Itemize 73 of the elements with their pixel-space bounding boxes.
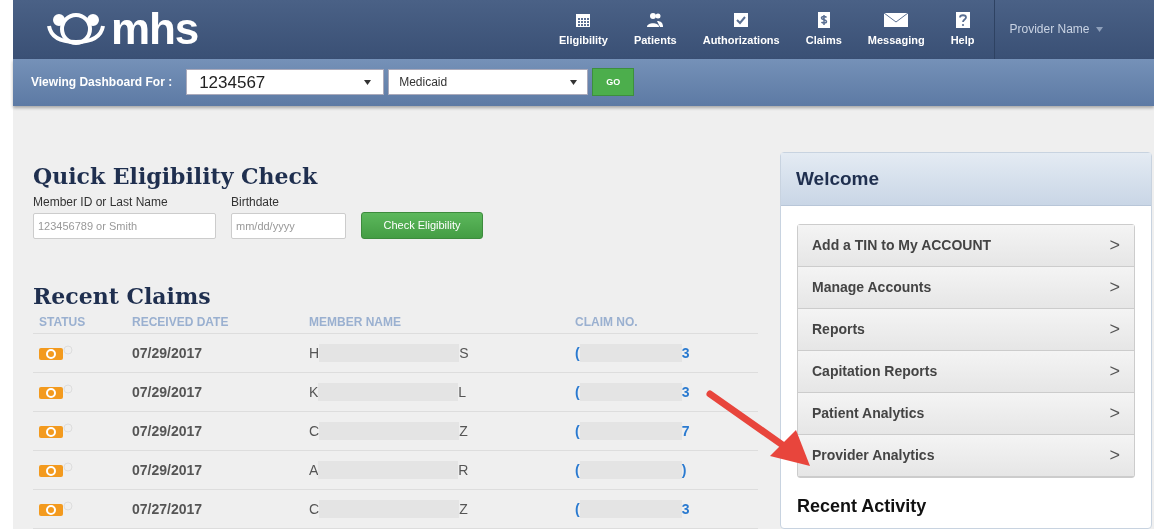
claim-number-fragment[interactable]: 3	[681, 342, 690, 364]
nav-button[interactable]: Claims	[805, 10, 842, 49]
subsection-title: Recent Activity	[796, 495, 928, 518]
menu-link[interactable]: Patient Analytics >	[798, 393, 1134, 435]
column-header: MEMBER NAME	[309, 313, 402, 331]
claim-number-fragment[interactable]: (	[575, 498, 580, 520]
text-input-field[interactable]: mm/dd/yyyy	[231, 212, 346, 239]
menu-link[interactable]: Reports >	[798, 309, 1134, 351]
brand-logo-text: mhs	[111, 7, 199, 52]
name-fragment: C	[309, 421, 320, 441]
name-fragment: H	[309, 343, 320, 363]
date-cell-text: 07/27/2017	[132, 499, 204, 519]
claim-number-fragment[interactable]: (	[575, 381, 580, 403]
text-input-field[interactable]: 123456789 or Smith	[33, 212, 216, 239]
name-fragment: A	[309, 460, 319, 480]
eye-status-icon[interactable]	[39, 462, 73, 478]
nav-button[interactable]: Authorizations	[702, 10, 780, 49]
account-select[interactable]: 1234567	[186, 69, 385, 96]
claim-number-fragment[interactable]: (	[575, 459, 580, 481]
claim-number-fragment[interactable]: 7	[681, 420, 690, 442]
section-title: Quick Eligibility Check	[33, 163, 319, 191]
eye-status-icon[interactable]	[39, 501, 73, 517]
menu-link[interactable]: Provider Analytics >	[798, 435, 1134, 477]
name-fragment: R	[458, 460, 469, 480]
nav-button[interactable]: Messaging	[867, 10, 925, 49]
name-fragment: L	[458, 382, 467, 402]
date-cell-text: 07/29/2017	[132, 460, 204, 480]
date-cell-text: 07/29/2017	[132, 421, 204, 441]
field-label: Birthdate	[231, 193, 281, 211]
name-fragment: S	[459, 343, 469, 363]
chevron-icon: >	[1109, 316, 1120, 343]
name-fragment: C	[309, 499, 320, 519]
eye-status-icon[interactable]	[39, 345, 73, 361]
claim-number-fragment[interactable]: 3	[681, 381, 690, 403]
date-cell-text: 07/29/2017	[132, 382, 204, 402]
claim-number-fragment[interactable]: 3	[681, 498, 690, 520]
envelope-icon	[883, 10, 910, 29]
caret-icon	[1095, 26, 1103, 32]
eye-status-icon[interactable]	[39, 423, 73, 439]
user-menu-dropdown[interactable]: Provider Name	[1009, 20, 1103, 39]
caret-icon	[364, 79, 372, 85]
column-header: CLAIM NO.	[575, 313, 639, 331]
panel-title: Welcome	[796, 166, 880, 191]
nav-button[interactable]: Patients	[633, 10, 677, 49]
name-fragment: K	[309, 382, 319, 402]
name-fragment: Z	[459, 421, 468, 441]
section-title: Recent Claims	[33, 282, 212, 310]
menu-link[interactable]: Add a TIN to My ACCOUNT >	[798, 225, 1134, 267]
field-label: Member ID or Last Name	[33, 193, 169, 211]
nav-button[interactable]: Eligibility	[559, 10, 608, 49]
nav-button[interactable]: Help	[950, 10, 975, 49]
name-fragment: Z	[459, 499, 468, 519]
users-icon	[646, 10, 665, 29]
date-cell-text: 07/29/2017	[132, 343, 204, 363]
claim-number-fragment[interactable]: (	[575, 342, 580, 364]
menu-link[interactable]: Capitation Reports >	[798, 351, 1134, 393]
column-header: RECEIVED DATE	[132, 313, 230, 331]
help-icon	[953, 10, 972, 29]
plan-select[interactable]: Medicaid	[388, 69, 589, 96]
checkbox-icon	[732, 10, 751, 29]
family-logo-icon	[45, 12, 107, 47]
chevron-icon: >	[1109, 358, 1120, 385]
menu-link[interactable]: Manage Accounts >	[798, 267, 1134, 309]
chevron-icon: >	[1109, 442, 1120, 469]
caret-icon	[570, 79, 578, 85]
chevron-icon: >	[1109, 274, 1120, 301]
dashboard-label: Viewing Dashboard For :	[31, 74, 173, 92]
claim-number-fragment[interactable]: )	[681, 459, 687, 481]
claim-number-fragment[interactable]: (	[575, 420, 580, 442]
chevron-icon: >	[1109, 232, 1120, 259]
column-header: STATUS	[39, 313, 87, 331]
chevron-icon: >	[1109, 400, 1120, 427]
eye-status-icon[interactable]	[39, 384, 73, 400]
